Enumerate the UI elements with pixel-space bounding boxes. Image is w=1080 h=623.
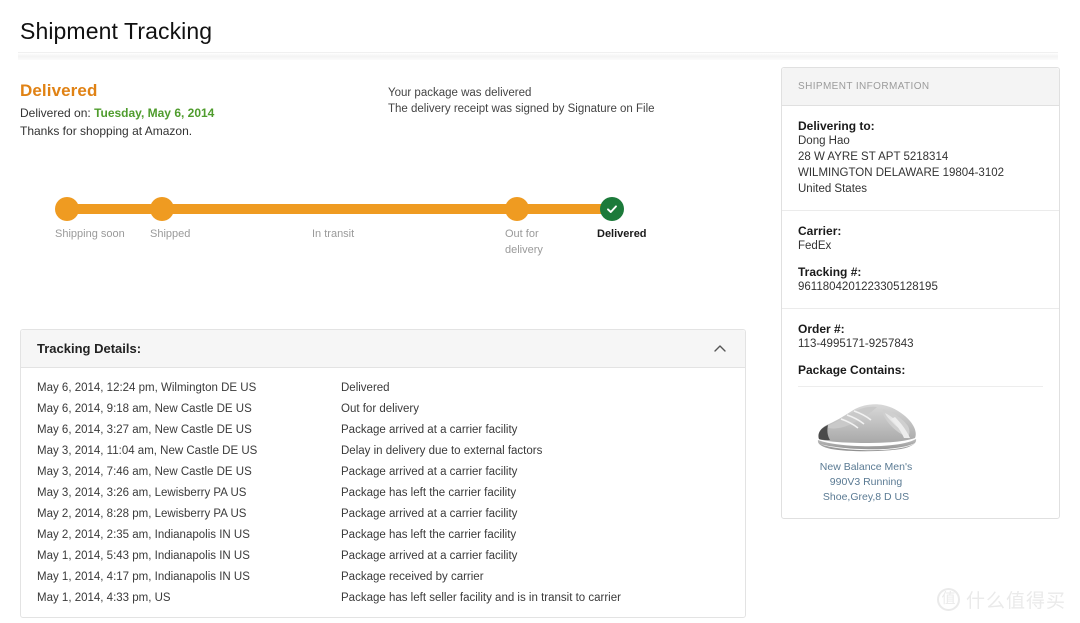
shipment-information-panel: SHIPMENT INFORMATION Delivering to: Dong… (781, 67, 1060, 520)
tracking-row-description: Package has left the carrier facility (341, 529, 517, 542)
tracker-node-out-for-delivery (505, 197, 529, 222)
left-column: Delivered Delivered on: Tuesday, May 6, … (0, 67, 766, 619)
tracking-row-description: Delay in delivery due to external factor… (341, 445, 543, 458)
tracking-row-timestamp: May 1, 2014, 5:43 pm, Indianapolis IN US (37, 550, 250, 563)
package-item[interactable]: New Balance Men's 990V3 Running Shoe,Gre… (802, 399, 930, 505)
tracker-label-shipped: Shipped (150, 228, 191, 241)
delivery-address: Dong Hao 28 W AYRE ST APT 5218314 WILMINGT… (798, 133, 1043, 197)
tracking-row-description: Package arrived at a carrier facility (341, 550, 518, 563)
tracking-number-value: 9611804201223305128195 (798, 281, 938, 294)
tracking-row: May 2, 2014, 8:28 pm, Lewisberry PA US Pa… (21, 504, 745, 525)
running-shoe-image[interactable] (811, 399, 921, 453)
watermark-text: 什么值得买 (965, 590, 1066, 613)
tracking-row-timestamp: May 6, 2014, 3:27 am, New Castle DE US (37, 424, 252, 437)
tracker-label-in-transit: In transit (312, 228, 355, 241)
carrier-tracking-section: Carrier: FedEx Tracking #: 9611804201223… (782, 210, 1059, 308)
tracking-details-panel: Tracking Details: May 6, 2014, 12:24 pm,… (20, 329, 746, 619)
shipment-information-header: SHIPMENT INFORMATION (782, 68, 1059, 107)
tracking-row-timestamp: May 3, 2014, 7:46 am, New Castle DE US (37, 466, 252, 479)
tracking-row-timestamp: May 1, 2014, 4:33 pm, US (37, 592, 171, 605)
tracking-row: May 1, 2014, 5:43 pm, Indianapolis IN US… (21, 546, 745, 567)
tracking-row-timestamp: May 6, 2014, 9:18 am, New Castle DE US (37, 403, 252, 416)
progress-tracker: Shipping soon Shipped In transit Out for de… (0, 197, 766, 277)
package-contains-label: Package Contains: (798, 363, 906, 378)
tracking-row-timestamp: May 6, 2014, 12:24 pm, Wilmington DE US (37, 382, 257, 395)
product-title-link[interactable]: New Balance Men's 990V3 Running Shoe,Gre… (802, 460, 930, 505)
carrier-value: FedEx (798, 240, 832, 253)
delivery-message-line2: The delivery receipt was signed by Signa… (388, 102, 655, 115)
tracking-row: May 3, 2014, 7:46 am, New Castle DE US Pa… (21, 462, 745, 483)
tracking-row: May 3, 2014, 3:26 am, Lewisberry PA US Pa… (21, 483, 745, 504)
product-title-line2: 990V3 Running (829, 476, 903, 489)
tracker-node-shipped (150, 197, 174, 222)
delivered-on-label: Delivered on: (20, 106, 91, 121)
progress-bar (60, 204, 615, 215)
tracking-row-timestamp: May 3, 2014, 11:04 am, New Castle DE US (37, 445, 258, 458)
tracker-label-delivered: Delivered (597, 228, 647, 241)
tracker-node-shipping-soon (55, 197, 79, 222)
tracking-row-description: Out for delivery (341, 403, 419, 416)
product-title-line1: New Balance Men's (819, 461, 913, 474)
tracking-row: May 6, 2014, 12:24 pm, Wilmington DE US D… (21, 378, 745, 399)
tracking-row-description: Package arrived at a carrier facility (341, 466, 518, 479)
tracking-row-timestamp: May 3, 2014, 3:26 am, Lewisberry PA US (37, 487, 247, 500)
delivering-to-section: Delivering to: Dong Hao 28 W AYRE ST APT … (782, 106, 1059, 210)
tracking-row-description: Delivered (341, 382, 390, 395)
tracking-row: May 1, 2014, 4:17 pm, Indianapolis IN US… (21, 567, 745, 588)
check-icon (607, 205, 617, 214)
tracker-node-delivered (600, 197, 624, 222)
tracking-row: May 6, 2014, 9:18 am, New Castle DE US Ou… (21, 399, 745, 420)
order-number-value: 113-4995171-9257843 (798, 338, 914, 351)
address-line: WILMINGTON DELAWARE 19804-3102 (798, 167, 1005, 180)
tracking-number-label: Tracking #: (798, 265, 862, 280)
title-divider (18, 52, 1058, 61)
site-watermark: 值 什么值得买 (936, 586, 1066, 613)
tracking-row: May 2, 2014, 2:35 am, Indianapolis IN US… (21, 525, 745, 546)
tracking-row-description: Package arrived at a carrier facility (341, 424, 518, 437)
chevron-up-icon[interactable] (711, 340, 729, 358)
tracking-row-description: Package has left the carrier facility (341, 487, 517, 500)
delivering-to-label: Delivering to: (798, 119, 875, 134)
tracking-row: May 6, 2014, 3:27 am, New Castle DE US Pa… (21, 420, 745, 441)
tracking-row-description: Package has left seller facility and is … (341, 592, 621, 605)
product-title-line3: Shoe,Grey,8 D US (822, 491, 910, 504)
page-title: Shipment Tracking (20, 18, 213, 45)
delivery-message: Your package was delivered The delivery … (388, 86, 655, 117)
order-section: Order #: 113-4995171-9257843 Package Con… (782, 308, 1059, 518)
address-line: United States (798, 183, 868, 196)
shipment-information-title: SHIPMENT INFORMATION (798, 81, 930, 93)
carrier-label: Carrier: (798, 224, 842, 239)
tracking-row-timestamp: May 2, 2014, 2:35 am, Indianapolis IN US (37, 529, 250, 542)
address-line: 28 W AYRE ST APT 5218314 (798, 151, 949, 164)
tracking-row-description: Package received by carrier (341, 571, 484, 584)
order-number-label: Order #: (798, 322, 845, 337)
tracking-details-title: Tracking Details: (37, 341, 142, 357)
tracking-row-timestamp: May 1, 2014, 4:17 pm, Indianapolis IN US (37, 571, 250, 584)
tracking-row-timestamp: May 2, 2014, 8:28 pm, Lewisberry PA US (37, 508, 247, 521)
package-divider (798, 386, 1043, 388)
tracking-row: May 1, 2014, 4:33 pm, US Package has left… (21, 588, 745, 609)
tracking-row: May 3, 2014, 11:04 am, New Castle DE US D… (21, 441, 745, 462)
tracking-details-rows: May 6, 2014, 12:24 pm, Wilmington DE US D… (21, 368, 745, 617)
right-column: SHIPMENT INFORMATION Delivering to: Dong… (781, 67, 1060, 520)
address-line: Dong Hao (798, 135, 850, 148)
thanks-message: Thanks for shopping at Amazon. (20, 124, 193, 139)
delivery-message-line1: Your package was delivered (388, 87, 532, 100)
tracker-label-out-for-delivery: Out for delivery (505, 228, 543, 257)
delivered-on-value: Tuesday, May 6, 2014 (94, 106, 215, 121)
tracking-row-description: Package arrived at a carrier facility (341, 508, 518, 521)
tracking-details-header[interactable]: Tracking Details: (21, 330, 745, 369)
tracker-label-shipping-soon: Shipping soon (55, 228, 125, 241)
